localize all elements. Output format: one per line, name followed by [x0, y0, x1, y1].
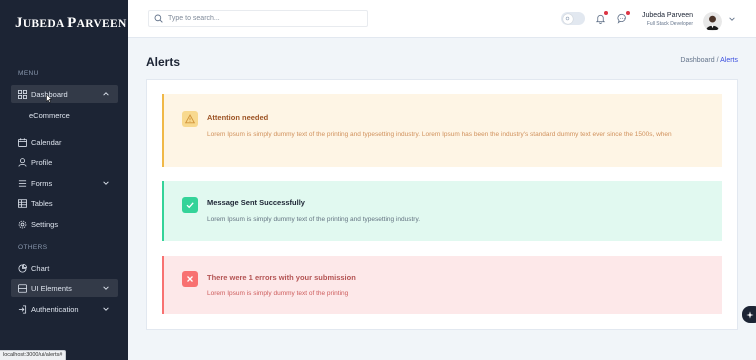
alert-title: Attention needed — [207, 113, 269, 122]
calendar-icon — [18, 137, 27, 147]
layers-icon — [18, 283, 27, 293]
user-name[interactable]: Jubeda Parveen — [642, 12, 693, 19]
sidebar-item-label: Chart — [31, 263, 50, 273]
sidebar-item-tables[interactable]: Tables — [11, 194, 118, 212]
notification-dot — [604, 11, 608, 15]
breadcrumb: Dashboard / Alerts — [680, 57, 738, 64]
alert-message: Lorem Ipsum is simply dummy text of the … — [207, 216, 421, 223]
page-title: Alerts — [146, 55, 181, 69]
alert-title: There were 1 errors with your submission — [207, 273, 356, 282]
search-box[interactable] — [148, 10, 368, 27]
sparkle-icon — [746, 310, 754, 319]
sidebar-item-label: Profile — [31, 157, 53, 167]
table-icon — [18, 198, 27, 208]
sidebar-item-label: Tables — [31, 198, 53, 208]
gear-icon — [18, 220, 27, 229]
top-header: Jubeda Parveen Full Stack Developer — [128, 0, 756, 38]
messages-button[interactable] — [615, 11, 630, 26]
sidebar-item-chart[interactable]: Chart — [11, 259, 118, 277]
brand-logo[interactable]: JUBEDA PARVEEN — [15, 15, 127, 32]
check-icon — [182, 197, 198, 213]
dark-mode-toggle[interactable] — [561, 12, 585, 25]
message-dot — [626, 11, 630, 15]
breadcrumb-link-dashboard[interactable]: Dashboard / — [680, 57, 718, 64]
floating-action-button[interactable] — [742, 306, 756, 323]
mouse-cursor-icon — [46, 94, 52, 103]
alert-warning: Attention needed Lorem Ipsum is simply d… — [162, 94, 722, 167]
sidebar: JUBEDA PARVEEN MENU Dashboard eCommerce … — [0, 0, 128, 360]
chevron-down-icon — [103, 307, 109, 311]
sidebar-item-label: UI Elements — [31, 283, 72, 293]
warning-icon — [182, 111, 198, 127]
alert-message: Lorem Ipsum is simply dummy text of the … — [207, 131, 672, 138]
others-section-title: OTHERS — [18, 244, 48, 251]
sidebar-item-label: Forms — [31, 178, 53, 188]
search-input[interactable] — [168, 15, 348, 22]
list-icon — [18, 179, 27, 188]
alert-message: Lorem Ipsum is simply dummy text of the … — [207, 290, 349, 297]
alert-error: There were 1 errors with your submission… — [162, 256, 722, 314]
status-bar-url: localhost:3000/ui/alerts# — [0, 350, 67, 360]
login-icon — [18, 304, 27, 314]
sun-icon — [562, 13, 573, 24]
sidebar-item-calendar[interactable]: Calendar — [11, 133, 118, 151]
notifications-button[interactable] — [593, 11, 608, 26]
sidebar-item-settings[interactable]: Settings — [11, 215, 118, 233]
sidebar-subitem-ecommerce[interactable]: eCommerce — [29, 111, 70, 120]
alert-success: Message Sent Successfully Lorem Ipsum is… — [162, 181, 722, 241]
sidebar-item-ui-elements[interactable]: UI Elements — [11, 279, 118, 297]
sidebar-item-label: Calendar — [31, 137, 62, 147]
user-icon — [18, 157, 27, 167]
avatar[interactable] — [703, 12, 722, 31]
alert-title: Message Sent Successfully — [207, 198, 305, 207]
chevron-down-icon — [103, 286, 109, 290]
search-icon — [154, 14, 163, 23]
sidebar-item-label: Settings — [31, 219, 59, 229]
chevron-down-icon — [103, 181, 109, 185]
sidebar-item-forms[interactable]: Forms — [11, 174, 118, 192]
chevron-up-icon — [103, 92, 109, 96]
pie-chart-icon — [18, 263, 27, 273]
menu-section-title: MENU — [18, 70, 39, 77]
close-icon — [182, 271, 198, 287]
breadcrumb-current: Alerts — [720, 57, 738, 64]
sidebar-item-profile[interactable]: Profile — [11, 153, 118, 171]
grid-icon — [18, 89, 27, 99]
sidebar-item-authentication[interactable]: Authentication — [11, 300, 118, 318]
chevron-down-icon[interactable] — [728, 15, 736, 23]
sidebar-item-label: Authentication — [31, 304, 79, 314]
sidebar-item-dashboard[interactable]: Dashboard — [11, 85, 118, 103]
user-role: Full Stack Developer — [646, 21, 693, 27]
